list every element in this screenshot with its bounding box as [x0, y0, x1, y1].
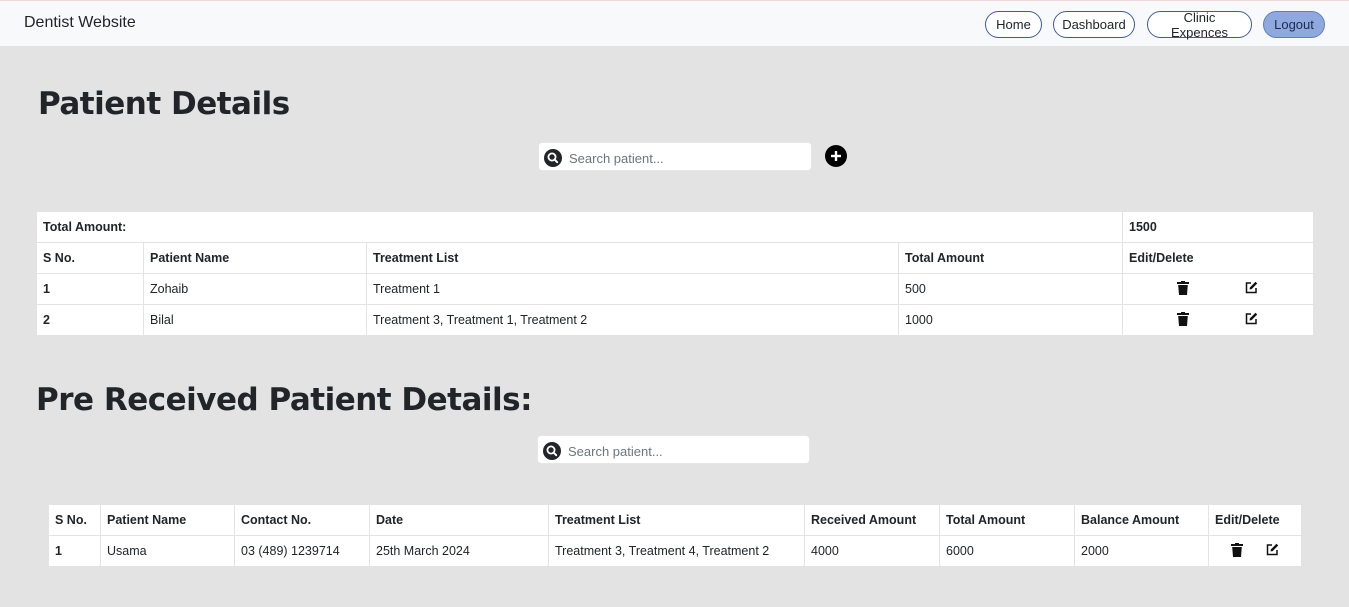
col-treatment-list: Treatment List [366, 242, 899, 274]
logout-button[interactable]: Logout [1263, 11, 1325, 38]
cell-patient-name: Zohaib [143, 273, 367, 305]
cell-total-amount: 1000 [897, 304, 1124, 336]
search-icon [543, 442, 561, 460]
table-row: 1 Usama 03 (489) 1239714 25th March 2024… [48, 535, 1302, 567]
pre-received-title: Pre Received Patient Details: [36, 382, 533, 418]
cell-treatment-list: Treatment 3, Treatment 1, Treatment 2 [366, 304, 899, 336]
cell-total-amount: 500 [897, 273, 1124, 305]
edit-icon[interactable] [1245, 312, 1258, 325]
navbar: Dentist Website Home Dashboard Clinic Ex… [0, 0, 1349, 46]
col-date: Date [369, 504, 549, 536]
total-row: Total Amount: 1500 [35, 211, 1315, 243]
cell-actions [1122, 273, 1315, 305]
cell-sno: 1 [48, 535, 101, 567]
cell-actions [1208, 535, 1302, 567]
brand-title[interactable]: Dentist Website [24, 14, 136, 32]
col-edit-delete: Edit/Delete [1208, 504, 1302, 536]
patient-details-title: Patient Details [38, 86, 290, 122]
cell-date: 25th March 2024 [369, 535, 549, 567]
table-header: S No. Patient Name Treatment List Total … [36, 242, 1315, 274]
edit-icon[interactable] [1245, 281, 1258, 294]
col-balance-amount: Balance Amount [1074, 504, 1209, 536]
col-edit-delete: Edit/Delete [1122, 242, 1315, 274]
add-patient-button[interactable] [825, 145, 847, 167]
total-label: Total Amount: [35, 211, 1124, 243]
table-header: S No. Patient Name Contact No. Date Trea… [48, 504, 1302, 536]
patient-search-box[interactable] [538, 142, 812, 171]
col-contact-no: Contact No. [234, 504, 370, 536]
cell-patient-name: Bilal [143, 304, 367, 336]
edit-icon[interactable] [1266, 543, 1279, 556]
plus-circle-icon [831, 151, 841, 161]
cell-received-amount: 4000 [804, 535, 940, 567]
cell-treatment-list: Treatment 1 [366, 273, 899, 305]
trash-icon[interactable] [1177, 312, 1190, 326]
cell-sno: 1 [36, 273, 144, 305]
nav-clinic-expences-button[interactable]: Clinic Expences [1147, 10, 1252, 40]
cell-balance-amount: 2000 [1074, 535, 1209, 567]
total-value: 1500 [1122, 211, 1315, 243]
patient-search-input[interactable] [567, 146, 791, 170]
col-treatment-list: Treatment List [548, 504, 805, 536]
cell-contact-no: 03 (489) 1239714 [234, 535, 370, 567]
pre-received-table: S No. Patient Name Contact No. Date Trea… [48, 504, 1302, 567]
col-patient-name: Patient Name [143, 242, 367, 274]
trash-icon[interactable] [1231, 543, 1243, 557]
col-total-amount: Total Amount [897, 242, 1124, 274]
col-sno: S No. [48, 504, 101, 536]
pre-received-search-box[interactable] [537, 435, 810, 464]
cell-actions [1122, 304, 1315, 336]
search-icon [544, 149, 562, 167]
patient-details-table: Total Amount: 1500 S No. Patient Name Tr… [35, 211, 1315, 336]
col-patient-name: Patient Name [100, 504, 235, 536]
table-row: 1 Zohaib Treatment 1 500 [36, 273, 1315, 305]
table-row: 2 Bilal Treatment 3, Treatment 1, Treatm… [36, 304, 1315, 336]
col-total-amount: Total Amount [939, 504, 1075, 536]
cell-total-amount: 6000 [939, 535, 1075, 567]
col-received-amount: Received Amount [804, 504, 940, 536]
cell-patient-name: Usama [100, 535, 235, 567]
nav-home-button[interactable]: Home [985, 11, 1042, 38]
trash-icon[interactable] [1177, 281, 1190, 295]
cell-treatment-list: Treatment 3, Treatment 4, Treatment 2 [548, 535, 805, 567]
pre-received-search-input[interactable] [566, 439, 790, 463]
cell-sno: 2 [36, 304, 144, 336]
nav-dashboard-button[interactable]: Dashboard [1053, 11, 1135, 38]
col-sno: S No. [36, 242, 144, 274]
